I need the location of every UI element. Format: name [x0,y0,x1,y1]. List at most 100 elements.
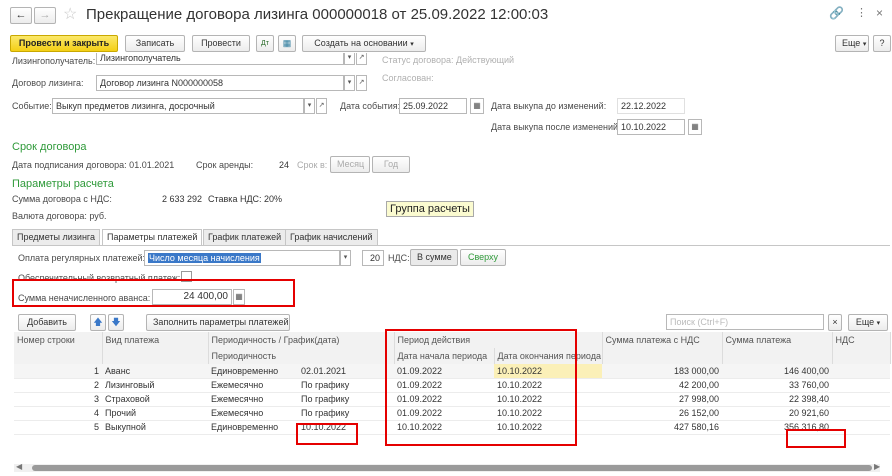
advance-field[interactable]: 24 400,00 [152,289,232,305]
regular-payment-field[interactable]: Число месяца начисления [144,250,340,266]
cell-end-date: 10.10.2022 [494,406,602,421]
cell-sum-with-vat: 42 200,00 [602,378,722,393]
table-subheader-row: Периодичность Дата начала периода Дата о… [14,348,891,364]
cell-end-date: 10.10.2022 [494,420,602,435]
cell-row-number: 5 [14,420,102,435]
col-sum[interactable]: Сумма платежа [722,332,833,348]
cell-sum-with-vat: 26 152,00 [602,406,722,421]
scroll-left-icon[interactable]: ◀ [16,462,22,471]
help-button[interactable]: ? [873,35,891,52]
fill-params-button[interactable]: Заполнить параметры платежей [146,314,290,331]
buyout-after-label: Дата выкупа после изменений: [491,122,621,132]
chevron-down-icon: ▾ [862,41,867,48]
table-row[interactable]: 1 Аванс Единовременно 02.01.2021 01.09.2… [14,364,890,379]
calculator-icon[interactable]: ▦ [233,289,245,305]
link-icon[interactable]: 🔗 [829,6,844,20]
move-down-button[interactable]: 🡇 [108,314,124,331]
table-row[interactable]: 2 Лизинговый Ежемесячно По графику 01.09… [14,378,890,393]
contract-field[interactable]: Договор лизинга N000000058 [96,75,344,91]
scrollbar-thumb[interactable] [32,465,872,471]
month-toggle[interactable]: Месяц [330,156,370,173]
more-label: Еще [842,38,861,48]
col-start-date[interactable]: Дата начала периода [394,348,495,364]
contract-status: Статус договора: Действующий [382,55,515,65]
term-section-header: Срок договора [12,141,87,153]
vat-above-toggle[interactable]: Сверху [460,249,506,266]
tab-accrual-schedule[interactable]: График начислений [285,229,378,245]
scroll-right-icon[interactable]: ▶ [874,462,880,471]
tab-payment-params[interactable]: Параметры платежей [102,229,203,246]
cell-schedule: 02.01.2021 [298,364,394,379]
move-up-button[interactable]: 🡅 [90,314,106,331]
event-date-field[interactable]: 25.09.2022 [399,98,467,114]
sign-date: Дата подписания договора: 01.01.2021 [12,160,175,170]
lessee-open-icon[interactable]: ↗ [356,53,367,65]
contract-dropdown[interactable]: ▾ [344,75,355,91]
col-periodicity-schedule[interactable]: Периодичность / График(дата) [208,332,395,348]
currency: Валюта договора: руб. [12,211,107,221]
cell-vat [832,420,890,435]
col-payment-type[interactable]: Вид платежа [102,332,209,348]
table-more-label: Еще [855,317,875,327]
advance-label: Сумма неначисленного аванса: [18,293,151,303]
calendar-icon[interactable]: ▦ [470,98,484,114]
event-field[interactable]: Выкуп предметов лизинга, досрочный [52,98,304,114]
cell-end-date: 10.10.2022 [494,378,602,393]
tab-payment-schedule[interactable]: График платежей [203,229,287,245]
table-row[interactable]: 5 Выкупной Единовременно 10.10.2022 10.1… [14,420,890,435]
post-button[interactable]: Провести [192,35,250,52]
close-icon[interactable]: × [876,6,883,20]
vat-in-sum-toggle[interactable]: В сумме [410,249,458,266]
cell-row-number: 2 [14,378,102,393]
event-dropdown[interactable]: ▾ [304,98,315,114]
post-and-close-button[interactable]: Провести и закрыть [10,35,118,52]
chevron-down-icon: ▾ [410,41,414,48]
year-toggle[interactable]: Год [372,156,410,173]
table-row[interactable]: 3 Страховой Ежемесячно По графику 01.09.… [14,392,890,407]
col-row-number[interactable]: Номер строки [14,332,103,348]
col-periodicity[interactable]: Периодичность [208,348,395,364]
calc-section-header: Параметры расчета [12,178,114,190]
back-button[interactable]: ← [10,7,32,24]
contract-label: Договор лизинга: [12,78,84,88]
regular-payment-dropdown[interactable]: ▾ [340,250,351,266]
lease-term-value: 24 [279,160,290,170]
horizontal-scrollbar[interactable] [14,464,880,472]
col-sum-with-vat[interactable]: Сумма платежа с НДС [602,332,723,348]
col-end-date[interactable]: Дата окончания периода [494,348,603,364]
payments-table: Номер строки Вид платежа Периодичность /… [14,332,891,435]
lessee-dropdown[interactable]: ▾ [344,53,355,65]
table-more-button[interactable]: Еще ▾ [848,314,888,331]
regular-payment-value: Число месяца начисления [148,253,261,263]
search-input[interactable]: Поиск (Ctrl+F) [666,314,824,330]
lessee-field[interactable]: Лизингополучатель [96,53,344,65]
menu-icon[interactable]: ⋮ [856,6,867,19]
group-tooltip: Группа расчеты [386,201,474,217]
report-icon[interactable]: ▦ [278,35,296,52]
write-button[interactable]: Записать [125,35,185,52]
payment-day-field[interactable]: 20 [362,250,384,266]
cell-row-number: 4 [14,406,102,421]
dt-kt-icon[interactable]: Дт [256,35,274,52]
event-open-icon[interactable]: ↗ [316,98,327,114]
col-vat[interactable]: НДС [832,332,891,348]
cell-start-date: 01.09.2022 [394,378,494,393]
calendar-icon[interactable]: ▦ [688,119,702,135]
col-period[interactable]: Период действия [394,332,603,348]
security-payment-checkbox[interactable] [181,271,192,282]
contract-open-icon[interactable]: ↗ [356,75,367,91]
cell-payment-type: Лизинговый [102,378,208,393]
tab-leasing-items[interactable]: Предметы лизинга [12,229,101,245]
table-row[interactable]: 4 Прочий Ежемесячно По графику 01.09.202… [14,406,890,421]
more-button[interactable]: Еще ▾ [835,35,869,52]
clear-search-button[interactable]: × [828,314,842,331]
favorite-star-icon[interactable]: ☆ [63,4,77,24]
add-button[interactable]: Добавить [18,314,76,331]
cell-payment-type: Выкупной [102,420,208,435]
cell-start-date: 01.09.2022 [394,364,494,379]
buyout-after-field[interactable]: 10.10.2022 [617,119,685,135]
cell-schedule: По графику [298,392,394,407]
create-based-button[interactable]: Создать на основании ▾ [302,35,426,52]
buyout-before-label: Дата выкупа до изменений: [491,101,607,111]
forward-button[interactable]: → [34,7,56,24]
